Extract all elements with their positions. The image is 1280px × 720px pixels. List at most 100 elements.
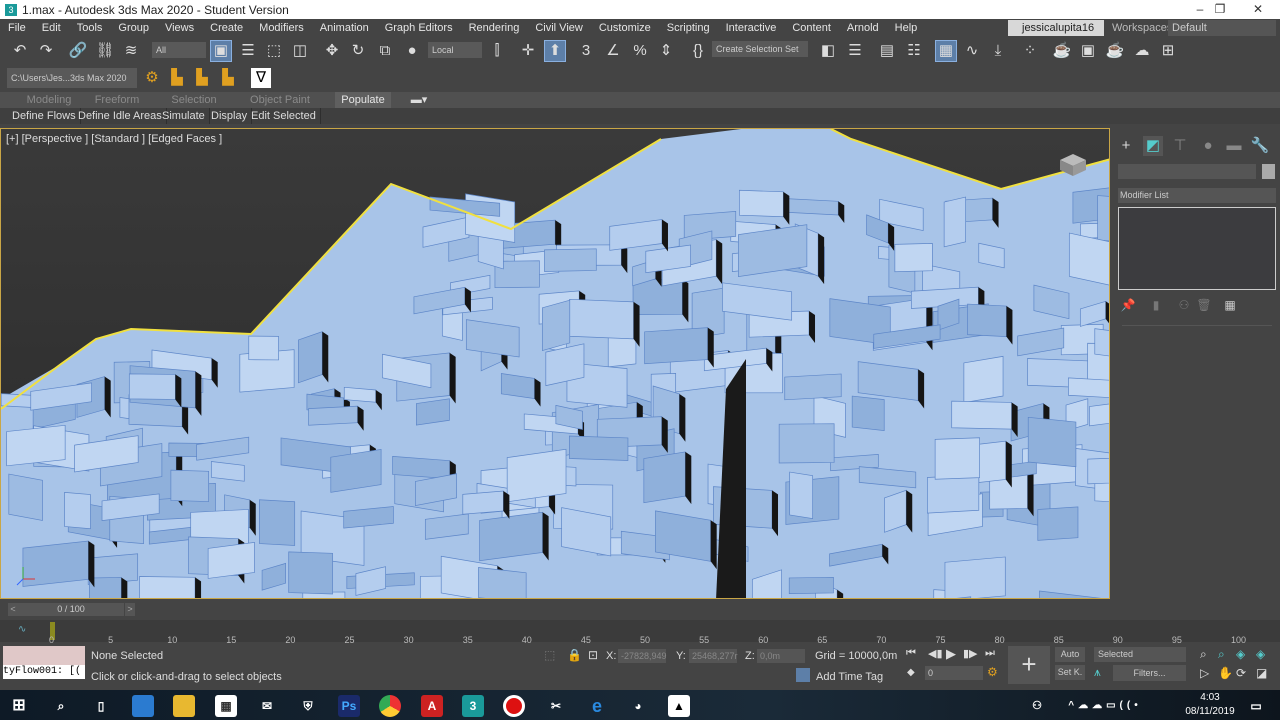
move-icon[interactable]: ✥ (322, 41, 342, 61)
display-tab-icon[interactable]: ▬ (1224, 136, 1244, 156)
render-setup-icon[interactable]: ☕ (1052, 41, 1072, 61)
app-globe-icon[interactable]: ◕ (627, 695, 649, 717)
track-bar[interactable]: ∿ 0 5 10 15 20 25 30 35 40 45 50 55 60 65 70 75 80 85 90 95… (0, 620, 1280, 645)
snap-3d-icon[interactable]: 3 (576, 41, 596, 61)
clock-time[interactable]: 4:03 (1180, 692, 1240, 703)
menu-arnold[interactable]: Arnold (839, 22, 887, 34)
curve-editor-icon[interactable]: ∿ (962, 41, 982, 61)
selection-filter-dropdown[interactable]: All (152, 42, 206, 58)
project-path-dropdown[interactable]: C:\Users\Jes...3ds Max 2020 (7, 68, 137, 88)
named-sets-icon[interactable]: {} (688, 41, 708, 61)
3dsmax-icon[interactable]: 3 (462, 695, 484, 717)
zoom-extents-all-icon[interactable]: ◈ (1256, 647, 1265, 661)
viewport-layout-icon[interactable]: ⊞ (1158, 41, 1178, 61)
play-icon[interactable]: ▶ (946, 646, 956, 662)
pin-stack-icon[interactable]: 📌 (1118, 295, 1138, 315)
link-icon[interactable]: 🔗 (68, 41, 88, 61)
select-by-name-icon[interactable]: ☰ (238, 41, 258, 61)
orbit-icon[interactable]: ⟳ (1236, 666, 1246, 680)
search-icon[interactable]: ⌕ (50, 695, 72, 717)
tab-freeform[interactable]: Freeform (88, 92, 146, 108)
menu-group[interactable]: Group (110, 22, 157, 34)
zoom-all-icon[interactable]: ⌕ (1218, 647, 1225, 662)
time-configuration-icon[interactable]: ⚙ (987, 665, 998, 679)
z-coordinate-field[interactable]: 0,0m (757, 649, 805, 663)
triangle-icon[interactable]: ∇ (251, 68, 271, 88)
placement-icon[interactable]: ● (402, 41, 422, 61)
menu-graph-editors[interactable]: Graph Editors (377, 22, 461, 34)
render-icon[interactable]: ☕ (1105, 41, 1125, 61)
tab-populate[interactable]: Populate (335, 92, 391, 108)
scale-icon[interactable]: ⧉ (375, 41, 395, 61)
app-icon-control[interactable] (132, 695, 154, 717)
hierarchy-tab-icon[interactable]: ⊤ (1170, 136, 1190, 156)
autocad-icon[interactable]: A (421, 695, 443, 717)
tab-selection[interactable]: Selection (165, 92, 223, 108)
layer-explorer-icon[interactable]: ☷ (904, 41, 924, 61)
rotate-icon[interactable]: ↻ (348, 41, 368, 61)
rendered-frame-icon[interactable]: ▣ (1078, 41, 1098, 61)
schematic-view-icon[interactable]: ⁘ (1020, 41, 1040, 61)
people-icon[interactable]: ⚇ (1026, 695, 1048, 717)
menu-create[interactable]: Create (202, 22, 251, 34)
perspective-viewport[interactable]: [+] [Perspective ] [Standard ] [Edged Fa… (0, 128, 1110, 599)
manipulate-icon[interactable]: ✛ (518, 41, 538, 61)
tab-modeling[interactable]: Modeling (20, 92, 78, 108)
ribbon-options-icon[interactable]: ▬▾ (406, 92, 432, 108)
field-of-view-icon[interactable]: ▷ (1200, 666, 1209, 680)
mail-icon[interactable]: ✉ (256, 695, 278, 717)
menu-views[interactable]: Views (157, 22, 202, 34)
selection-lock-icon[interactable]: 🔒 (567, 648, 582, 662)
keyboard-shortcut-icon[interactable]: ⬆ (544, 40, 566, 62)
show-end-result-icon[interactable]: ▮ (1146, 295, 1166, 315)
object-name-field[interactable] (1118, 164, 1256, 179)
key-mode-icon[interactable]: ⩚ (1094, 665, 1101, 680)
simulate-button[interactable]: Simulate (158, 108, 210, 124)
define-idle-areas-button[interactable]: Define Idle Areas (74, 108, 167, 124)
mirror-icon[interactable]: ◧ (818, 41, 838, 61)
angle-snap-icon[interactable]: ∠ (603, 41, 623, 61)
defender-icon[interactable]: ⛨ (297, 695, 319, 717)
task-view-icon[interactable]: ▯ (90, 695, 112, 717)
menu-rendering[interactable]: Rendering (461, 22, 528, 34)
record-icon[interactable] (503, 695, 525, 717)
close-button[interactable]: ✕ (1238, 0, 1278, 19)
select-object-icon[interactable]: ▣ (210, 40, 232, 62)
ref-coord-dropdown[interactable]: Local (428, 42, 482, 58)
menu-modifiers[interactable]: Modifiers (251, 22, 312, 34)
set-key-big-button[interactable]: + (1008, 646, 1050, 684)
zoom-icon[interactable]: ⌕ (1200, 647, 1207, 662)
menu-scripting[interactable]: Scripting (659, 22, 718, 34)
viewport-label[interactable]: [+] [Perspective ] [Standard ] [Edged Fa… (6, 133, 222, 145)
absolute-mode-icon[interactable]: ⊡ (588, 648, 598, 662)
motion-tab-icon[interactable]: ● (1198, 136, 1218, 156)
maximize-viewport-icon[interactable]: ◪ (1256, 666, 1267, 680)
scene-explorer-icon[interactable]: ▤ (877, 41, 897, 61)
spinner-snap-icon[interactable]: ⇕ (656, 41, 676, 61)
system-tray-icons[interactable]: ^☁☁▭((• (1060, 695, 1150, 717)
render-cloud-icon[interactable]: ☁ (1132, 41, 1152, 61)
project-settings-icon[interactable]: ⚙ (142, 68, 162, 88)
bind-spacewarp-icon[interactable]: ≋ (121, 41, 141, 61)
create-project-icon[interactable]: ▙ (167, 68, 187, 88)
modifier-list-dropdown[interactable]: Modifier List (1118, 188, 1276, 203)
zoom-extents-icon[interactable]: ◈ (1236, 647, 1245, 661)
snipping-icon[interactable]: ✂ (545, 695, 567, 717)
filters-button[interactable]: Filters... (1113, 665, 1186, 681)
modifier-stack[interactable] (1118, 207, 1276, 290)
start-icon[interactable]: ⊞ (8, 695, 30, 717)
menu-animation[interactable]: Animation (312, 22, 377, 34)
notifications-icon[interactable]: ▭ (1245, 695, 1267, 717)
redo-icon[interactable]: ↷ (36, 41, 56, 61)
menu-help[interactable]: Help (887, 22, 926, 34)
menu-content[interactable]: Content (784, 22, 839, 34)
maxscript-listener-input[interactable]: tyFlow001: [( (3, 665, 85, 679)
percent-snap-icon[interactable]: % (630, 41, 650, 61)
pan-icon[interactable]: ✋ (1218, 666, 1233, 680)
menu-file[interactable]: File (0, 22, 34, 34)
photoshop-icon[interactable]: Ps (338, 695, 360, 717)
menu-customize[interactable]: Customize (591, 22, 659, 34)
menu-tools[interactable]: Tools (69, 22, 111, 34)
display-button[interactable]: Display (207, 108, 253, 124)
undo-icon[interactable]: ↶ (10, 41, 30, 61)
